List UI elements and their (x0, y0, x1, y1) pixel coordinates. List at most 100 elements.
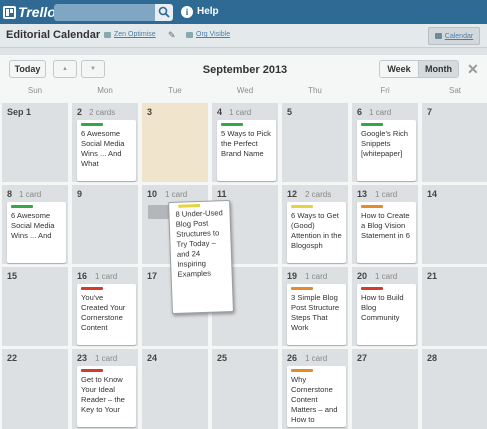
day-cell[interactable]: 13 1 card How to Create a Blog Vision Stat… (352, 185, 418, 264)
day-number: 13 (357, 189, 368, 199)
day-number: 16 (77, 271, 88, 281)
day-cell[interactable]: 16 1 card You've Created Your Cornerstone … (72, 267, 138, 346)
search-icon (158, 6, 170, 18)
calendar-card[interactable]: 6 Ways to Get (Good) Attention in the Bl… (287, 202, 346, 263)
view-toggle: Week Month (379, 60, 459, 78)
day-number: 4 (217, 107, 223, 117)
day-cell[interactable]: 27 (352, 349, 418, 429)
month-view-button[interactable]: Month (419, 61, 458, 77)
card-title: Why Cornerstone Content Matters – and Ho… (291, 375, 338, 424)
day-cell[interactable]: Sep 1 (2, 103, 68, 182)
visibility-link[interactable]: Org Visible (186, 31, 230, 38)
board-header: Editorial Calendar Zen Optimise ✎ Org Vi… (0, 24, 487, 48)
day-number: 28 (427, 353, 438, 363)
calendar-card[interactable]: 5 Ways to Pick the Perfect Brand Name (217, 120, 276, 181)
pencil-icon[interactable]: ✎ (168, 30, 176, 41)
calendar-button[interactable]: Calendar (428, 27, 480, 45)
card-count: 1 card (229, 108, 252, 117)
next-button[interactable]: ▼ (81, 60, 105, 78)
day-number: 24 (147, 353, 158, 363)
day-cell[interactable]: 23 1 card Get to Know Your Ideal Reader – … (72, 349, 138, 429)
day-cell[interactable]: 5 (282, 103, 348, 182)
week-view-button[interactable]: Week (380, 61, 420, 77)
day-cell[interactable]: 15 (2, 267, 68, 346)
month-title: September 2013 (202, 64, 288, 76)
card-title: 3 Simple Blog Post Structure Steps That … (291, 293, 340, 332)
day-number: 10 (147, 189, 158, 199)
weekday-sat: Sat (448, 86, 461, 95)
day-cell[interactable]: 24 (142, 349, 208, 429)
calendar-card[interactable]: 6 Awesome Social Media Wins ... And (7, 202, 66, 263)
day-number: 21 (427, 271, 438, 281)
search-input[interactable] (54, 4, 158, 21)
calendar-card[interactable]: Why Cornerstone Content Matters – and Ho… (287, 366, 346, 427)
day-number: 14 (427, 189, 438, 199)
day-cell[interactable]: 8 1 card 6 Awesome Social Media Wins ... A… (2, 185, 68, 264)
weekday-sun: Sun (27, 86, 43, 95)
card-title: Google's Rich Snippets [whitepaper] (361, 129, 409, 158)
dragging-card[interactable]: 8 Under-Used Blog Post Structures to Try… (168, 199, 234, 315)
day-cell[interactable]: 26 1 card Why Cornerstone Content Matters … (282, 349, 348, 429)
card-count: 1 card (369, 108, 392, 117)
day-cell[interactable]: 3 (142, 103, 208, 182)
day-cell[interactable]: 2 2 cards 6 Awesome Social Media Wins ... … (72, 103, 138, 182)
calendar-card[interactable]: 6 Awesome Social Media Wins ... And What (77, 120, 136, 181)
team-icon (186, 31, 193, 38)
day-number: 9 (77, 189, 83, 199)
day-cell[interactable]: 25 (212, 349, 278, 429)
board-title[interactable]: Editorial Calendar (6, 29, 100, 41)
info-icon[interactable]: i (181, 6, 193, 18)
prev-button[interactable]: ▲ (53, 60, 77, 78)
day-number: 25 (217, 353, 228, 363)
card-title: 6 Awesome Social Media Wins ... And (11, 211, 55, 240)
search-button[interactable] (155, 4, 173, 21)
calendar-icon (434, 33, 442, 39)
help-link[interactable]: Help (197, 6, 219, 17)
day-number: 20 (357, 271, 368, 281)
calendar-card[interactable]: Get to Know Your Ideal Reader – the Key … (77, 366, 136, 427)
day-cell[interactable]: 14 (422, 185, 487, 264)
day-cell[interactable]: 7 (422, 103, 487, 182)
weekday-wed: Wed (236, 86, 254, 95)
day-cell[interactable]: 20 1 card How to Build Blog Community (352, 267, 418, 346)
team-icon (104, 31, 111, 38)
card-count: 1 card (375, 190, 398, 199)
day-cell[interactable]: 6 1 card Google's Rich Snippets [whitepape… (352, 103, 418, 182)
calendar-card[interactable]: How to Build Blog Community (357, 284, 416, 345)
day-number: Sep 1 (7, 107, 32, 117)
day-number: 27 (357, 353, 368, 363)
calendar-card[interactable]: Google's Rich Snippets [whitepaper] (357, 120, 416, 181)
org-link[interactable]: Zen Optimise (104, 31, 156, 38)
calendar-label: Calendar (444, 32, 474, 40)
day-number: 23 (77, 353, 88, 363)
day-cell[interactable]: 19 1 card 3 Simple Blog Post Structure Ste… (282, 267, 348, 346)
card-title: How to Create a Blog Vision Statement in… (361, 211, 410, 240)
weekday-tue: Tue (168, 86, 182, 95)
today-button[interactable]: Today (9, 60, 46, 78)
day-number: 19 (287, 271, 298, 281)
card-count: 1 card (305, 272, 328, 281)
trello-logo[interactable]: Trello (3, 3, 56, 21)
day-number: 3 (147, 107, 153, 117)
close-icon[interactable]: ✕ (467, 61, 479, 78)
day-number: 17 (147, 271, 158, 281)
card-count: 1 card (19, 190, 42, 199)
day-cell[interactable]: 21 (422, 267, 487, 346)
calendar-panel: Today ▲ ▼ September 2013 Week Month ✕ Su… (0, 55, 487, 429)
card-title: How to Build Blog Community (361, 293, 404, 322)
day-cell[interactable]: 9 (72, 185, 138, 264)
day-number: 5 (287, 107, 293, 117)
calendar-card[interactable]: How to Create a Blog Vision Statement in… (357, 202, 416, 263)
card-title: 8 Under-Used Blog Post Structures to Try… (175, 208, 223, 279)
day-cell[interactable]: 28 (422, 349, 487, 429)
weekday-fri: Fri (380, 86, 390, 95)
card-count: 1 card (305, 354, 328, 363)
day-cell[interactable]: 12 2 cards 6 Ways to Get (Good) Attention … (282, 185, 348, 264)
calendar-card[interactable]: 3 Simple Blog Post Structure Steps That … (287, 284, 346, 345)
card-count: 2 cards (89, 108, 116, 117)
day-number: 8 (7, 189, 13, 199)
day-cell[interactable]: 4 1 card 5 Ways to Pick the Perfect Brand … (212, 103, 278, 182)
day-cell[interactable]: 22 (2, 349, 68, 429)
calendar-card[interactable]: You've Created Your Cornerstone Content (77, 284, 136, 345)
card-title: 5 Ways to Pick the Perfect Brand Name (221, 129, 271, 158)
